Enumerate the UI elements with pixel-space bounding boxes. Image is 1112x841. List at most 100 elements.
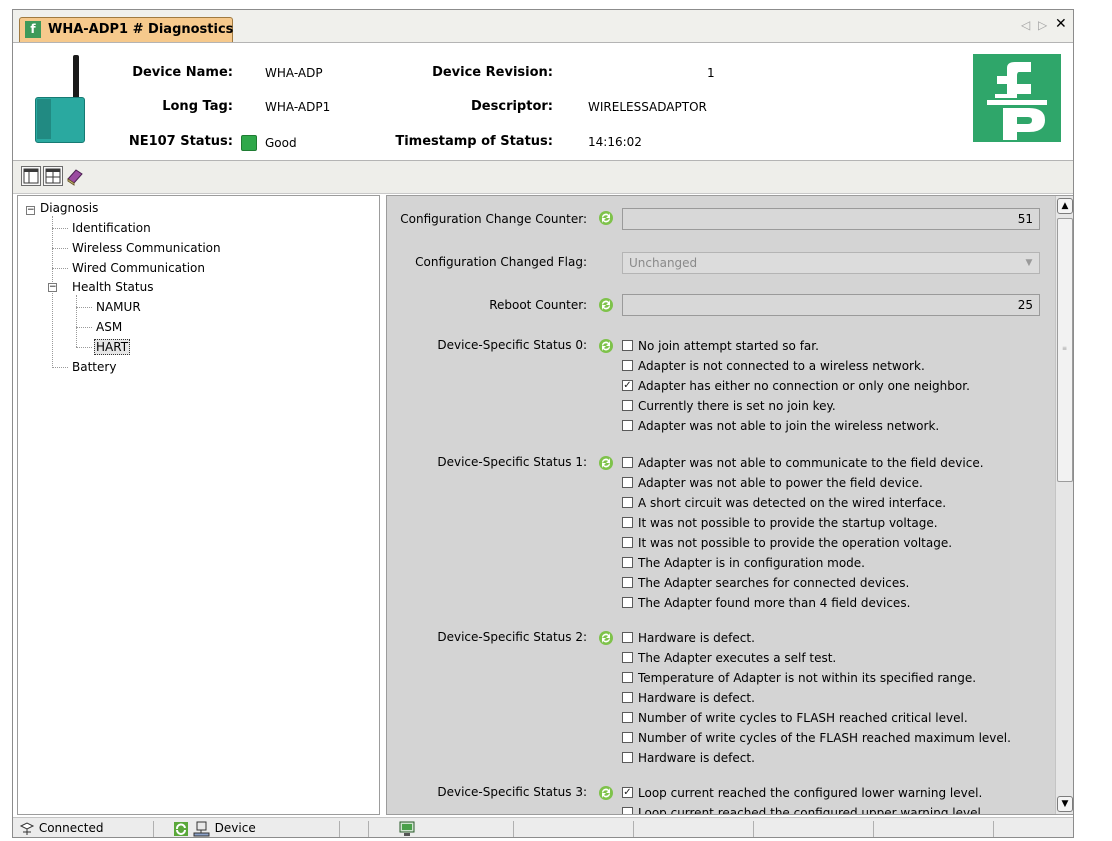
checkbox[interactable] — [622, 712, 633, 723]
status-checkbox-row[interactable]: Hardware is defect. — [622, 631, 755, 647]
book-icon[interactable] — [65, 166, 85, 186]
ne107-status-value: Good — [265, 136, 297, 150]
status-checkbox-row[interactable]: Adapter was not able to power the field … — [622, 476, 923, 492]
config-change-counter-field[interactable]: 51 — [622, 208, 1040, 230]
device-name-value: WHA-ADP — [265, 66, 323, 80]
long-tag-value: WHA-ADP1 — [265, 100, 331, 114]
tree-item-namur[interactable]: NAMUR — [96, 300, 141, 314]
status-checkbox-row[interactable]: Currently there is set no join key. — [622, 399, 836, 415]
vertical-scrollbar[interactable]: ▲ ≡ ▼ — [1055, 196, 1073, 814]
status-checkbox-row[interactable]: Temperature of Adapter is not within its… — [622, 671, 976, 687]
connected-icon — [19, 821, 35, 835]
refresh-icon[interactable] — [598, 297, 614, 313]
status-checkbox-row[interactable]: Number of write cycles to FLASH reached … — [622, 711, 968, 727]
tab-prev-icon[interactable]: ◁ — [1021, 18, 1030, 32]
chevron-down-icon[interactable]: ▼ — [1021, 255, 1037, 271]
tree-item-wireless-communication[interactable]: Wireless Communication — [72, 241, 221, 255]
checkbox[interactable] — [622, 577, 633, 588]
status-checkbox-row[interactable]: The Adapter found more than 4 field devi… — [622, 596, 910, 612]
checkbox[interactable] — [622, 597, 633, 608]
status-checkbox-label: Hardware is defect. — [638, 631, 755, 645]
status-indicator-icon — [241, 135, 257, 151]
status-checkbox-row[interactable]: The Adapter is in configuration mode. — [622, 556, 865, 572]
reboot-counter-field[interactable]: 25 — [622, 294, 1040, 316]
status-checkbox-row[interactable]: Hardware is defect. — [622, 691, 755, 707]
checkbox[interactable] — [622, 752, 633, 763]
tree-item-health-status[interactable]: Health Status — [72, 280, 153, 294]
collapse-icon[interactable]: − — [48, 283, 57, 292]
refresh-icon[interactable] — [598, 455, 614, 471]
device-icon — [193, 821, 210, 836]
status-checkbox-row[interactable]: Hardware is defect. — [622, 751, 755, 767]
status-checkbox-row[interactable]: Loop current reached the configured uppe… — [622, 806, 985, 815]
checkbox[interactable] — [622, 732, 633, 743]
status-checkbox-label: Number of write cycles to FLASH reached … — [638, 711, 968, 725]
status-checkbox-row[interactable]: The Adapter searches for connected devic… — [622, 576, 909, 592]
status-checkbox-row[interactable]: The Adapter executes a self test. — [622, 651, 836, 667]
tree-item-diagnosis[interactable]: Diagnosis — [40, 201, 98, 215]
tab-title: WHA-ADP1 # Diagnostics — [48, 22, 234, 37]
status-checkbox-label: Hardware is defect. — [638, 751, 755, 765]
checkbox[interactable] — [622, 557, 633, 568]
checkbox[interactable] — [622, 477, 633, 488]
timestamp-value: 14:16:02 — [588, 135, 642, 149]
scroll-up-icon[interactable]: ▲ — [1057, 198, 1073, 214]
checkbox-checked[interactable]: ✓ — [622, 380, 633, 391]
checkbox[interactable] — [622, 340, 633, 351]
tab-strip: f WHA-ADP1 # Diagnostics ◁ ▷ ✕ — [13, 10, 1073, 43]
status-checkbox-row[interactable]: It was not possible to provide the opera… — [622, 536, 952, 552]
checkbox[interactable] — [622, 457, 633, 468]
tree-item-identification[interactable]: Identification — [72, 221, 151, 235]
close-icon[interactable]: ✕ — [1055, 16, 1067, 32]
scroll-down-icon[interactable]: ▼ — [1057, 796, 1073, 812]
scroll-thumb[interactable]: ≡ — [1057, 218, 1073, 482]
status-bar: Connected Device — [13, 817, 1073, 837]
status-checkbox-row[interactable]: Adapter was not able to communicate to t… — [622, 456, 984, 472]
status-checkbox-row[interactable]: ✓ Loop current reached the configured low… — [622, 786, 982, 802]
status-checkbox-label: No join attempt started so far. — [638, 339, 819, 353]
status-checkbox-row[interactable]: Adapter is not connected to a wireless n… — [622, 359, 925, 375]
tree-item-hart[interactable]: HART — [94, 339, 131, 355]
status-checkbox-row[interactable]: Adapter was not able to join the wireles… — [622, 419, 939, 435]
checkbox[interactable] — [622, 807, 633, 814]
checkbox[interactable] — [622, 537, 633, 548]
checkbox[interactable] — [622, 517, 633, 528]
status-checkbox-label: The Adapter searches for connected devic… — [638, 576, 910, 590]
status-checkbox-label: It was not possible to provide the start… — [638, 516, 938, 530]
checkbox[interactable] — [622, 652, 633, 663]
checkbox[interactable] — [622, 497, 633, 508]
tree-item-wired-communication[interactable]: Wired Communication — [72, 261, 205, 275]
refresh-icon[interactable] — [598, 210, 614, 226]
status-checkbox-row[interactable]: A short circuit was detected on the wire… — [622, 496, 946, 512]
tree-item-battery[interactable]: Battery — [72, 360, 116, 374]
refresh-icon[interactable] — [598, 630, 614, 646]
device-revision-value: 1 — [707, 66, 715, 80]
status-checkbox-row[interactable]: ✓ Adapter has either no connection or onl… — [622, 379, 970, 395]
config-change-counter-label: Configuration Change Counter: — [400, 212, 587, 226]
config-changed-flag-select[interactable]: Unchanged ▼ — [622, 252, 1040, 274]
status-checkbox-row[interactable]: It was not possible to provide the start… — [622, 516, 938, 532]
device-image — [31, 55, 91, 145]
ne107-status-label: NE107 Status: — [128, 134, 233, 149]
checkbox[interactable] — [622, 672, 633, 683]
checkbox[interactable] — [622, 632, 633, 643]
status-checkbox-row[interactable]: No join attempt started so far. — [622, 339, 819, 355]
split-layout-icon[interactable] — [43, 166, 63, 186]
navigation-tree: − Diagnosis Identification Wireless Comm… — [17, 195, 380, 815]
tab-next-icon[interactable]: ▷ — [1038, 18, 1047, 32]
long-tag-label: Long Tag: — [162, 99, 233, 114]
refresh-icon[interactable] — [598, 338, 614, 354]
tree-item-asm[interactable]: ASM — [96, 320, 122, 334]
checkbox[interactable] — [622, 692, 633, 703]
status-checkbox-row[interactable]: Number of write cycles of the FLASH reac… — [622, 731, 1011, 747]
refresh-icon[interactable] — [598, 785, 614, 801]
collapse-icon[interactable]: − — [26, 206, 35, 215]
checkbox[interactable] — [622, 360, 633, 371]
checkbox-checked[interactable]: ✓ — [622, 787, 633, 798]
checkbox[interactable] — [622, 400, 633, 411]
status-checkbox-label: Loop current reached the configured uppe… — [638, 806, 985, 815]
layout-icon[interactable] — [21, 166, 41, 186]
connected-label: Connected — [38, 821, 104, 835]
checkbox[interactable] — [622, 420, 633, 431]
tab-diagnostics[interactable]: f WHA-ADP1 # Diagnostics — [19, 17, 233, 42]
